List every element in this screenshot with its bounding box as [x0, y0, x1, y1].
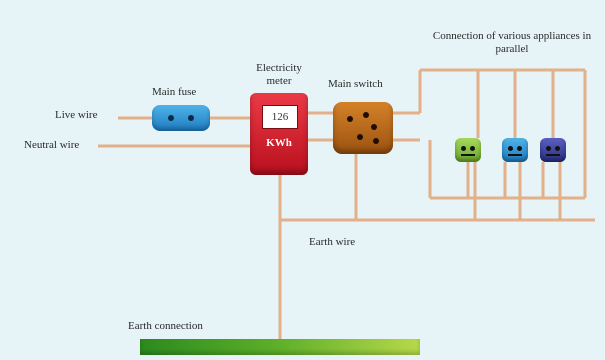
socket-icon — [540, 138, 566, 162]
electricity-meter-label: Electricity meter — [256, 62, 302, 87]
socket-icon — [502, 138, 528, 162]
switch-contact — [363, 112, 369, 118]
connection-label: Connection of various appliances in para… — [432, 30, 592, 55]
switch-contact — [357, 134, 363, 140]
switch-icon — [333, 102, 393, 154]
neutral-wire-label: Neutral wire — [24, 139, 80, 151]
meter-reading: KWh — [266, 137, 292, 149]
fuse-terminal — [168, 115, 174, 121]
earth-wire-label: Earth wire — [309, 236, 356, 248]
switch-contact — [371, 124, 377, 130]
switch-contact — [347, 116, 353, 122]
fuse-terminal — [188, 115, 194, 121]
switch-contact — [373, 138, 379, 144]
main-fuse-label: Main fuse — [152, 86, 197, 98]
main-switch-label: Main switch — [328, 78, 383, 90]
fuse-icon — [152, 105, 210, 131]
earth-plate — [140, 339, 420, 355]
earth-connection-label: Earth connection — [128, 320, 203, 332]
meter-icon: 126 KWh — [250, 93, 308, 175]
socket-icon — [455, 138, 481, 162]
live-wire-label: Live wire — [55, 109, 98, 121]
meter-window: 126 — [262, 105, 298, 129]
circuit-diagram: Live wire Neutral wire Main fuse Electri… — [0, 0, 605, 360]
